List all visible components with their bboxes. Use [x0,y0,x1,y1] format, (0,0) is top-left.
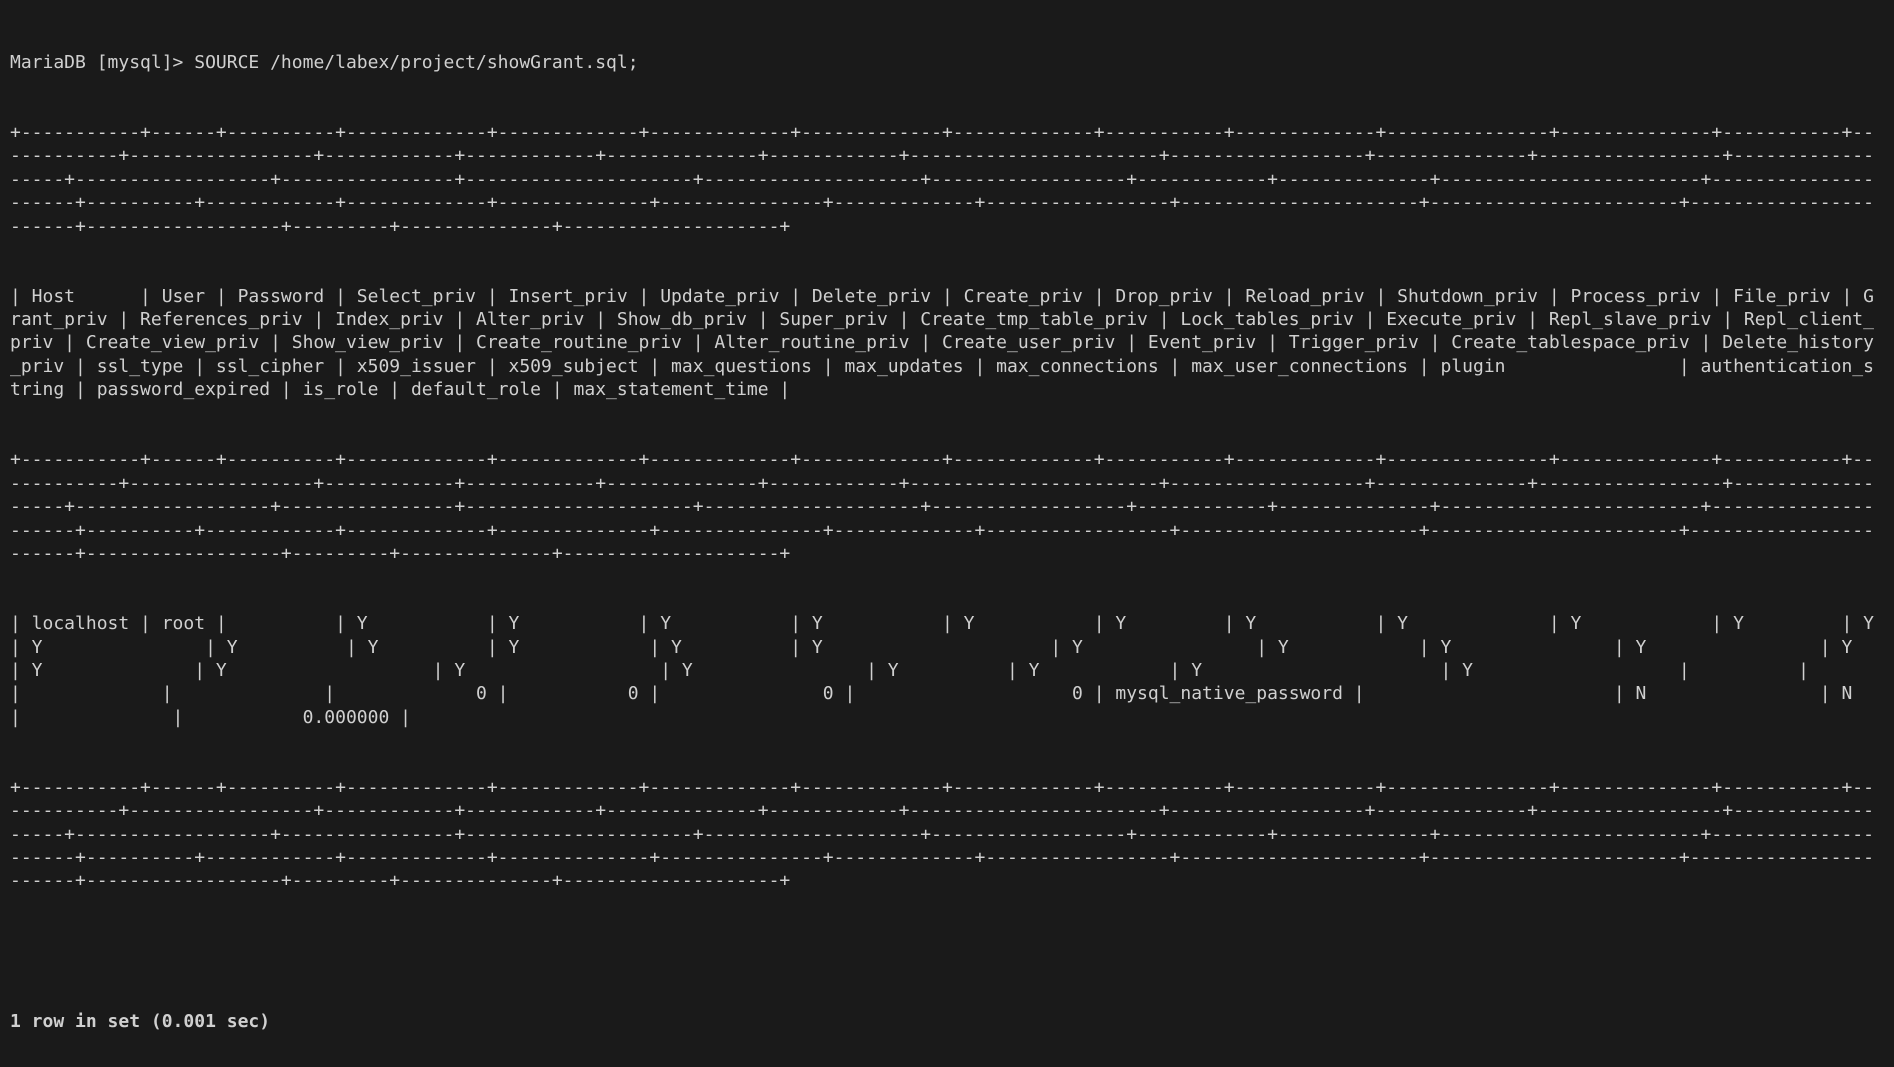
result-footer: 1 row in set (0.001 sec) [10,1010,1884,1033]
shell-prompt: MariaDB [mysql]> [10,52,194,73]
table-header-row: | Host | User | Password | Select_priv |… [10,285,1884,402]
table-row: | localhost | root | | Y | Y | Y | Y | Y… [10,612,1884,729]
blank-line [10,940,1884,963]
terminal-output[interactable]: MariaDB [mysql]> SOURCE /home/labex/proj… [0,0,1894,1067]
sql-command: SOURCE /home/labex/project/showGrant.sql… [194,52,638,73]
table-border-bottom: +-----------+------+----------+---------… [10,776,1884,893]
prompt-line: MariaDB [mysql]> SOURCE /home/labex/proj… [10,51,1884,74]
table-border-mid: +-----------+------+----------+---------… [10,448,1884,565]
table-border-top: +-----------+------+----------+---------… [10,121,1884,238]
